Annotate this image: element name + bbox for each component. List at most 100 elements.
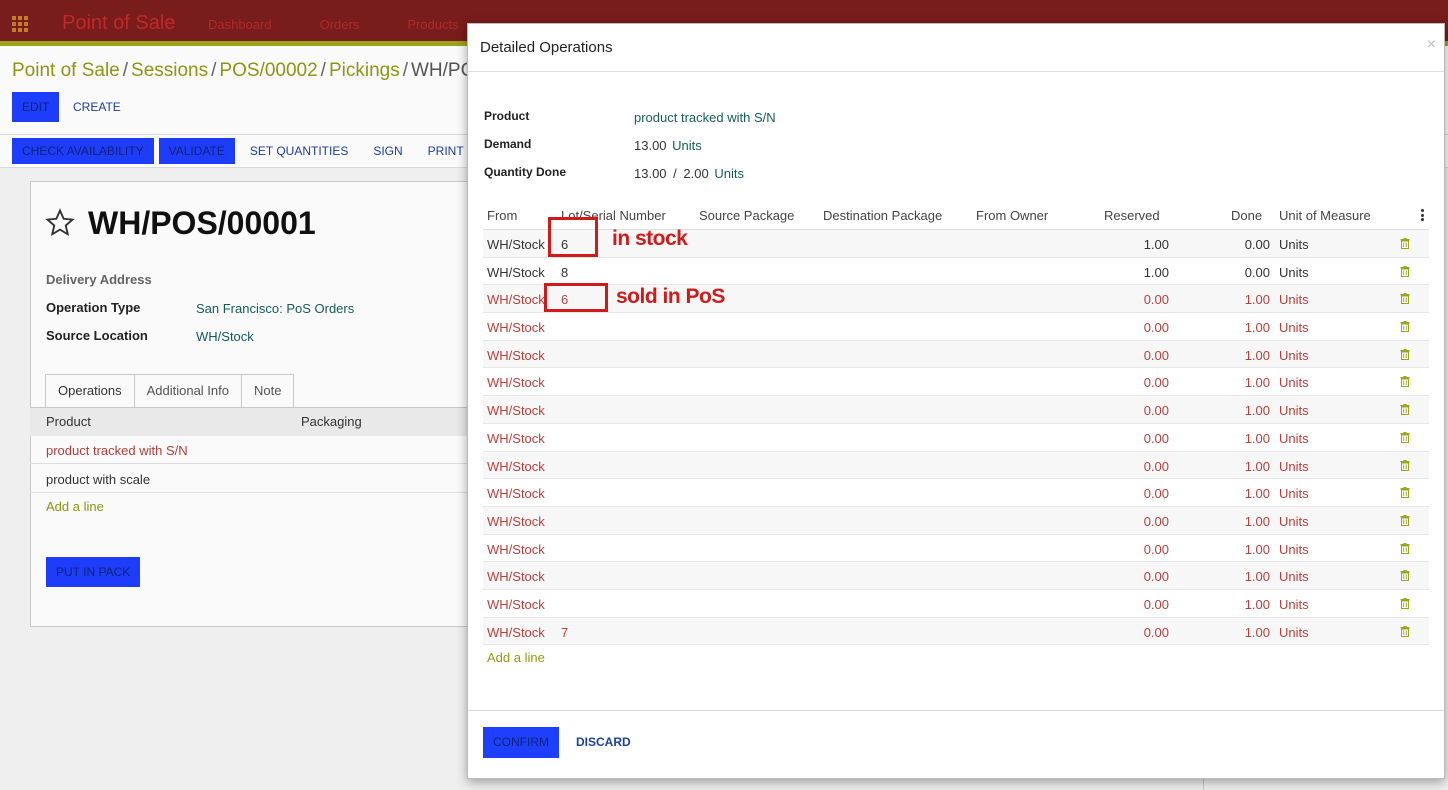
table-row[interactable]: WH/Stock 8 1.00 0.00 Units [483,258,1429,286]
cell-reserved: 1.00 [1143,264,1169,280]
discard-button[interactable]: DISCARD [566,727,641,758]
table-row[interactable]: WH/Stock 0.00 1.00 Units [483,396,1429,424]
cell-reserved: 0.00 [1143,347,1169,363]
trash-icon[interactable] [1400,321,1410,333]
cell-unit-of-measure: Units [1279,264,1309,280]
column-unit-of-measure[interactable]: Unit of Measure [1279,208,1371,223]
cell-unit-of-measure: Units [1279,237,1309,252]
column-source-package[interactable]: Source Package [699,208,794,223]
cell-reserved: 0.00 [1143,596,1169,612]
quantity-done-label: Quantity Done [484,165,567,179]
demand-unit: Units [672,138,702,153]
dialog-footer-divider [468,710,1444,711]
cell-from: WH/Stock [487,569,545,585]
cell-done: 1.00 [1244,347,1270,363]
cell-unit-of-measure: Units [1279,569,1309,585]
cell-unit-of-measure: Units [1279,375,1309,391]
table-row[interactable]: WH/Stock 0.00 1.00 Units [483,479,1429,507]
cell-reserved: 0.00 [1143,486,1169,502]
cell-unit-of-measure: Units [1279,596,1309,612]
cell-done: 1.00 [1244,458,1270,474]
trash-icon[interactable] [1400,625,1410,637]
quantity-done-unit: Units [714,166,744,181]
cell-from: WH/Stock [487,347,545,363]
cell-from: WH/Stock [487,320,545,336]
cell-done: 1.00 [1244,292,1270,308]
table-row[interactable]: WH/Stock 0.00 1.00 Units [483,424,1429,452]
column-from-owner[interactable]: From Owner [976,208,1048,223]
trash-icon[interactable] [1400,293,1410,305]
cell-done: 1.00 [1244,430,1270,446]
cell-reserved: 0.00 [1143,458,1169,474]
table-row[interactable]: WH/Stock 0.00 1.00 Units [483,451,1429,480]
table-row[interactable]: WH/Stock 0.00 1.00 Units [483,313,1429,341]
cell-from: WH/Stock [487,237,545,252]
cell-from: WH/Stock [487,264,545,280]
cell-done: 1.00 [1244,541,1270,557]
cell-unit-of-measure: Units [1279,403,1309,419]
cell-from: WH/Stock [487,375,545,391]
demand-value: 13.00 [634,138,667,153]
cell-unit-of-measure: Units [1279,347,1309,363]
cell-reserved: 0.00 [1143,541,1169,557]
cell-unit-of-measure: Units [1279,624,1309,640]
trash-icon[interactable] [1400,514,1410,526]
column-destination-package[interactable]: Destination Package [823,208,942,223]
trash-icon[interactable] [1400,348,1410,360]
table-header: From Lot/Serial Number Source Package De… [483,202,1429,230]
confirm-button[interactable]: CONFIRM [483,727,559,758]
table-row[interactable]: WH/Stock 0.00 1.00 Units [483,562,1429,590]
table-row[interactable]: WH/Stock 0.00 1.00 Units [483,506,1429,535]
trash-icon[interactable] [1400,487,1410,499]
cell-done: 1.00 [1244,569,1270,585]
trash-icon[interactable] [1400,238,1410,249]
table-row[interactable]: WH/Stock 0.00 1.00 Units [483,535,1429,563]
quantity-done-value: 13.00 [634,166,667,181]
product-label: Product [484,109,530,123]
trash-icon[interactable] [1400,570,1410,582]
trash-icon[interactable] [1400,459,1410,471]
product-value[interactable]: product tracked with S/N [634,110,776,125]
column-reserved[interactable]: Reserved [1104,208,1160,223]
annotation-in-stock: in stock [612,227,688,250]
trash-icon[interactable] [1400,431,1410,443]
move-lines-table: From Lot/Serial Number Source Package De… [483,202,1429,646]
cell-reserved: 0.00 [1143,320,1169,336]
trash-icon[interactable] [1400,376,1410,388]
cell-done: 1.00 [1244,513,1270,529]
close-icon[interactable]: × [1427,36,1436,54]
cell-from: WH/Stock [487,596,545,612]
cell-from: WH/Stock [487,486,545,502]
cell-done: 1.00 [1244,320,1270,336]
cell-from: WH/Stock [487,430,545,446]
column-from[interactable]: From [487,208,517,223]
cell-reserved: 0.00 [1143,403,1169,419]
add-line-link[interactable]: Add a line [487,650,545,665]
cell-from: WH/Stock [487,513,545,529]
column-done[interactable]: Done [1231,208,1262,223]
cell-reserved: 0.00 [1143,624,1169,640]
cell-reserved: 0.00 [1143,569,1169,585]
kebab-menu-icon[interactable] [1421,209,1424,221]
trash-icon[interactable] [1400,542,1410,554]
trash-icon[interactable] [1400,597,1410,609]
cell-done: 0.00 [1244,264,1270,280]
cell-done: 1.00 [1244,596,1270,612]
cell-unit-of-measure: Units [1279,430,1309,446]
table-row[interactable]: WH/Stock 0.00 1.00 Units [483,590,1429,618]
trash-icon[interactable] [1400,404,1410,416]
cell-reserved: 0.00 [1143,513,1169,529]
cell-unit-of-measure: Units [1279,486,1309,502]
cell-done: 1.00 [1244,624,1270,640]
table-row[interactable]: WH/Stock 0.00 1.00 Units [483,368,1429,397]
cell-done: 1.00 [1244,403,1270,419]
trash-icon[interactable] [1400,265,1410,277]
cell-reserved: 0.00 [1143,292,1169,308]
annotation-sold-in-pos: sold in PoS [616,285,725,308]
quantity-done-separator: / [673,166,677,181]
cell-done: 1.00 [1244,375,1270,391]
table-row[interactable]: WH/Stock 7 0.00 1.00 Units [483,617,1429,646]
table-row[interactable]: WH/Stock 0.00 1.00 Units [483,340,1429,369]
cell-reserved: 0.00 [1143,375,1169,391]
cell-from: WH/Stock [487,403,545,419]
